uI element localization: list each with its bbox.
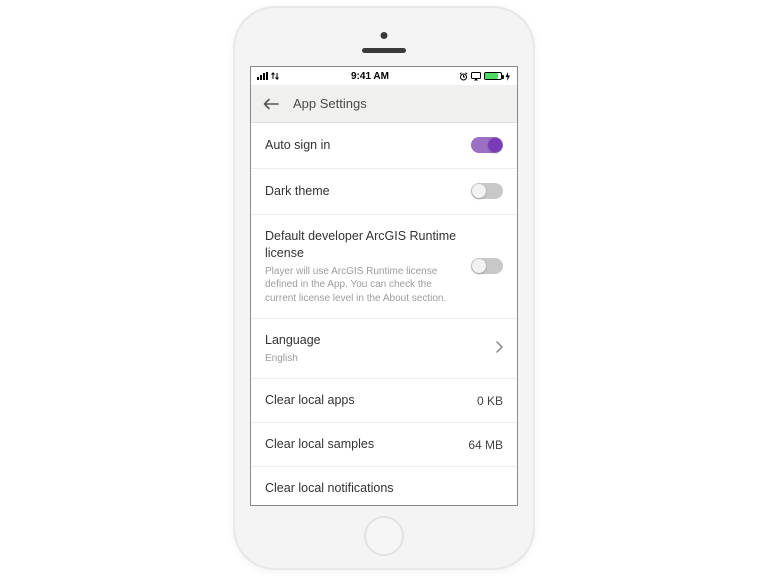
- language-value: English: [265, 352, 485, 366]
- clear-local-samples-label: Clear local samples: [265, 436, 458, 453]
- charging-icon: [505, 72, 511, 81]
- page-title: App Settings: [293, 96, 367, 111]
- wifi-arrows-icon: [271, 72, 281, 80]
- chevron-right-icon: [495, 340, 503, 358]
- auto-sign-in-label: Auto sign in: [265, 137, 461, 154]
- phone-speaker: [362, 48, 406, 53]
- status-time: 9:41 AM: [351, 71, 389, 82]
- airplay-icon: [471, 72, 481, 81]
- signal-icon: [257, 72, 268, 80]
- battery-icon: [484, 72, 502, 80]
- clear-local-notifications-label: Clear local notifications: [265, 480, 503, 497]
- row-auto-sign-in[interactable]: Auto sign in: [251, 123, 517, 169]
- back-button[interactable]: [263, 96, 279, 112]
- status-left: [257, 72, 281, 80]
- runtime-license-label: Default developer ArcGIS Runtime license: [265, 228, 461, 262]
- runtime-license-sub: Player will use ArcGIS Runtime license d…: [265, 265, 461, 306]
- dark-theme-toggle[interactable]: [471, 183, 503, 199]
- row-clear-local-notifications[interactable]: Clear local notifications: [251, 467, 517, 505]
- clear-local-apps-label: Clear local apps: [265, 392, 467, 409]
- phone-frame: 9:41 AM: [235, 8, 533, 568]
- nav-bar: App Settings: [251, 85, 517, 123]
- auto-sign-in-toggle[interactable]: [471, 137, 503, 153]
- row-language[interactable]: Language English: [251, 319, 517, 379]
- status-bar: 9:41 AM: [251, 67, 517, 85]
- runtime-license-toggle[interactable]: [471, 258, 503, 274]
- back-arrow-icon: [263, 97, 279, 111]
- dark-theme-label: Dark theme: [265, 183, 461, 200]
- row-clear-local-samples[interactable]: Clear local samples 64 MB: [251, 423, 517, 467]
- row-dark-theme[interactable]: Dark theme: [251, 169, 517, 215]
- language-label: Language: [265, 332, 485, 349]
- home-button[interactable]: [364, 516, 404, 556]
- clear-local-samples-value: 64 MB: [468, 438, 503, 452]
- settings-list[interactable]: Auto sign in Dark theme Default develope…: [251, 123, 517, 505]
- phone-camera: [381, 32, 388, 39]
- row-runtime-license[interactable]: Default developer ArcGIS Runtime license…: [251, 215, 517, 319]
- row-clear-local-apps[interactable]: Clear local apps 0 KB: [251, 379, 517, 423]
- alarm-icon: [459, 72, 468, 81]
- clear-local-apps-value: 0 KB: [477, 394, 503, 408]
- status-right: [459, 72, 511, 81]
- screen: 9:41 AM: [250, 66, 518, 506]
